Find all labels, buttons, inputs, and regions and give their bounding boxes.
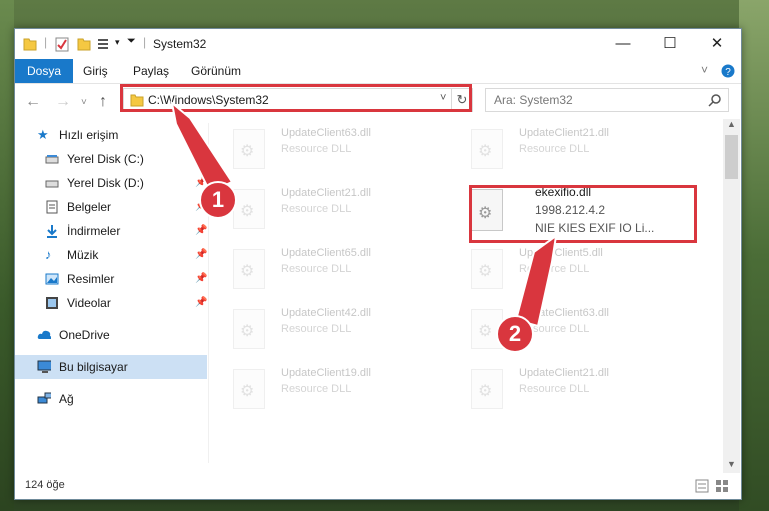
arrow-2 bbox=[514, 233, 558, 328]
arrow-1 bbox=[170, 100, 234, 194]
callout-2: 2 bbox=[496, 315, 534, 353]
callout-1: 1 bbox=[199, 181, 237, 219]
annotation-arrows bbox=[170, 100, 558, 328]
